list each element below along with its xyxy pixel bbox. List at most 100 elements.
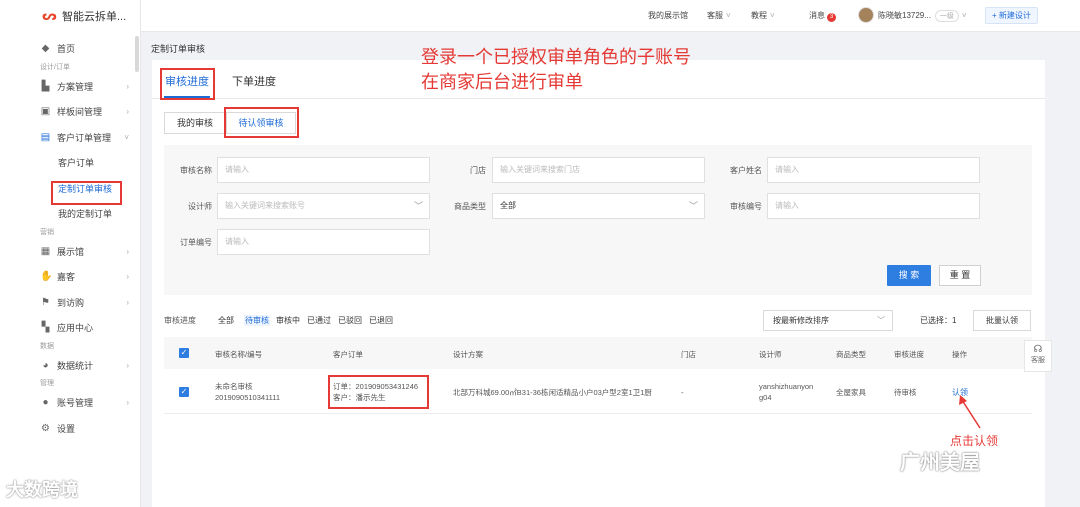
sort-select[interactable]: 按最新修改排序 ﹀: [763, 310, 893, 331]
status-option-pending[interactable]: 待审核: [244, 315, 270, 326]
sidebar-item-label: 方案管理: [57, 81, 94, 92]
floating-service-button[interactable]: ☊ 客服: [1024, 340, 1052, 372]
row-checkbox[interactable]: ✓: [179, 387, 189, 397]
subtab-my-review[interactable]: 我的审核: [164, 112, 226, 134]
annotation-line-1: 登录一个已授权审单角色的子账号: [421, 47, 691, 67]
chevron-down-icon: ﹀: [688, 201, 698, 211]
chevron-right-icon: ›: [126, 272, 129, 282]
sidebar-item-stats[interactable]: ◕ 数据统计 ›: [40, 353, 135, 379]
customer-name-label: 客户姓名: [730, 166, 762, 175]
chevron-right-icon: ›: [126, 107, 129, 117]
sidebar-item-account[interactable]: ● 账号管理 ›: [40, 390, 135, 416]
sidebar-subitem-customer-order[interactable]: 客户订单: [40, 150, 135, 176]
review-name-input[interactable]: 请输入: [217, 157, 430, 183]
sidebar-nav: ◆ 首页 设计/订单 ▙ 方案管理 › ▣ 样板间管理 › ▤ 客户订单管理 ˅…: [40, 36, 135, 441]
search-button[interactable]: 搜 索: [887, 265, 931, 286]
sidebar-item-settings[interactable]: ⚙ 设置: [40, 416, 135, 442]
designer-line-1: yanshizhuanyon: [759, 382, 814, 391]
status-option-returned[interactable]: 已退回: [369, 315, 393, 326]
tab-order-progress[interactable]: 下单进度: [232, 73, 276, 89]
review-name: 未命名审核: [215, 382, 253, 391]
status-option-passed[interactable]: 已通过: [307, 315, 331, 326]
store-input[interactable]: 输入关键词来搜索门店: [492, 157, 705, 183]
tutorial-menu[interactable]: 教程 ˅: [751, 10, 775, 21]
column-header-order: 客户订单: [333, 350, 363, 359]
product-type-select[interactable]: 全部 ﹀: [492, 193, 705, 219]
my-showroom-link[interactable]: 我的展示馆: [648, 10, 688, 21]
chevron-down-icon: ˅: [124, 132, 129, 142]
apps-icon: ▚: [41, 322, 50, 334]
designer-select[interactable]: 输入关键词来搜索账号 ﹀: [217, 193, 430, 219]
review-no-input[interactable]: 请输入: [767, 193, 980, 219]
sidebar-group-design: 设计/订单: [40, 63, 70, 71]
flag-icon: ⚑: [41, 296, 50, 308]
service-menu[interactable]: 客服 ˅: [707, 10, 731, 21]
avatar[interactable]: [858, 7, 874, 23]
row-designer: yanshizhuanyon g04: [759, 381, 813, 403]
annotation-line-2: 在商家后台进行审单: [421, 72, 583, 92]
customer-name-input[interactable]: 请输入: [767, 157, 980, 183]
pie-chart-icon: ◕: [42, 359, 49, 371]
annotation-box-order: [328, 375, 429, 409]
sidebar-item-label: 展示馆: [57, 246, 85, 257]
chevron-right-icon: ›: [126, 360, 129, 370]
row-product-type: 全屋家具: [836, 388, 866, 397]
status-filter-label: 审核进度: [164, 316, 196, 325]
messages-link[interactable]: 消息 3: [809, 10, 836, 22]
row-design-plan[interactable]: 北部万科城69.00㎡B31-36栋闲适精品小户03户型2室1卫1厨: [453, 387, 652, 398]
sidebar-item-label: 嘉客: [57, 272, 76, 283]
new-design-button[interactable]: + 新建设计: [985, 7, 1038, 24]
level-tag: 一级: [934, 10, 959, 22]
sort-value: 按最新修改排序: [773, 316, 829, 325]
sidebar-item-label: 样板间管理: [57, 107, 103, 118]
column-header-product-type: 商品类型: [836, 350, 866, 359]
annotation-box-tab: [160, 68, 215, 100]
sidebar-item-guest[interactable]: ✋ 嘉客 ›: [40, 264, 135, 290]
order-no-label: 订单编号: [180, 238, 212, 247]
select-all-checkbox[interactable]: ✓: [179, 348, 189, 358]
selected-count: 已选择：1: [920, 316, 957, 325]
user-name: 陈晓敏13729...: [878, 11, 931, 20]
row-status: 待审核: [894, 388, 917, 397]
chevron-down-icon: ﹀: [877, 316, 885, 325]
sidebar-item-sample[interactable]: ▣ 样板间管理 ›: [40, 99, 135, 125]
chevron-right-icon: ›: [126, 81, 129, 91]
review-no-label: 审核编号: [730, 202, 762, 211]
sidebar-item-home[interactable]: ◆ 首页: [40, 36, 135, 62]
reset-button[interactable]: 重 置: [939, 265, 981, 286]
sidebar-item-showroom[interactable]: ▦ 展示馆 ›: [40, 239, 135, 265]
annotation-box-sidebar: [51, 181, 122, 205]
sidebar-item-app-center[interactable]: ▚ 应用中心: [40, 315, 135, 341]
user-menu[interactable]: 陈晓敏13729... 一级 ˅: [878, 10, 967, 22]
sidebar-group-data: 数据: [40, 342, 54, 350]
sidebar-item-customer-order[interactable]: ▤ 客户订单管理 ˅: [40, 125, 135, 151]
status-option-reviewing[interactable]: 审核中: [276, 315, 300, 326]
chevron-right-icon: ›: [126, 246, 129, 256]
order-no-input[interactable]: 请输入: [217, 229, 430, 255]
sidebar-item-plan[interactable]: ▙ 方案管理 ›: [40, 74, 135, 100]
chevron-down-icon: ˅: [770, 11, 775, 20]
sidebar-item-label: 设置: [57, 423, 76, 434]
sidebar-item-label: 首页: [57, 44, 76, 55]
message-count-badge: 3: [827, 13, 836, 22]
row-divider: [164, 413, 1032, 414]
annotation-arrow-icon: [959, 395, 981, 429]
designer-label: 设计师: [188, 202, 212, 211]
status-option-all[interactable]: 全部: [218, 315, 234, 326]
building-icon: ▙: [41, 80, 50, 92]
floating-service-label: 客服: [1031, 357, 1045, 364]
messages-label: 消息: [809, 11, 825, 20]
chevron-down-icon: ˅: [726, 11, 731, 20]
sidebar-item-visit[interactable]: ⚑ 到访购 ›: [40, 290, 135, 316]
watermark-left: 大数跨境: [6, 480, 78, 500]
gear-icon: ⚙: [41, 422, 50, 434]
chevron-right-icon: ›: [126, 297, 129, 307]
column-header-store: 门店: [681, 350, 696, 359]
cube-icon: ◆: [41, 43, 50, 55]
top-bar: 我的展示馆 客服 ˅ 教程 ˅ 消息 3 陈晓敏13729... 一级 ˅ + 新建设计: [141, 0, 1080, 32]
batch-claim-button[interactable]: 批量认领: [973, 310, 1031, 331]
order-icon: ▤: [40, 131, 51, 143]
status-option-rejected[interactable]: 已驳回: [338, 315, 362, 326]
annotation-text: 登录一个已授权审单角色的子账号 在商家后台进行审单: [421, 45, 691, 95]
sidebar-scrollbar[interactable]: [135, 36, 139, 72]
